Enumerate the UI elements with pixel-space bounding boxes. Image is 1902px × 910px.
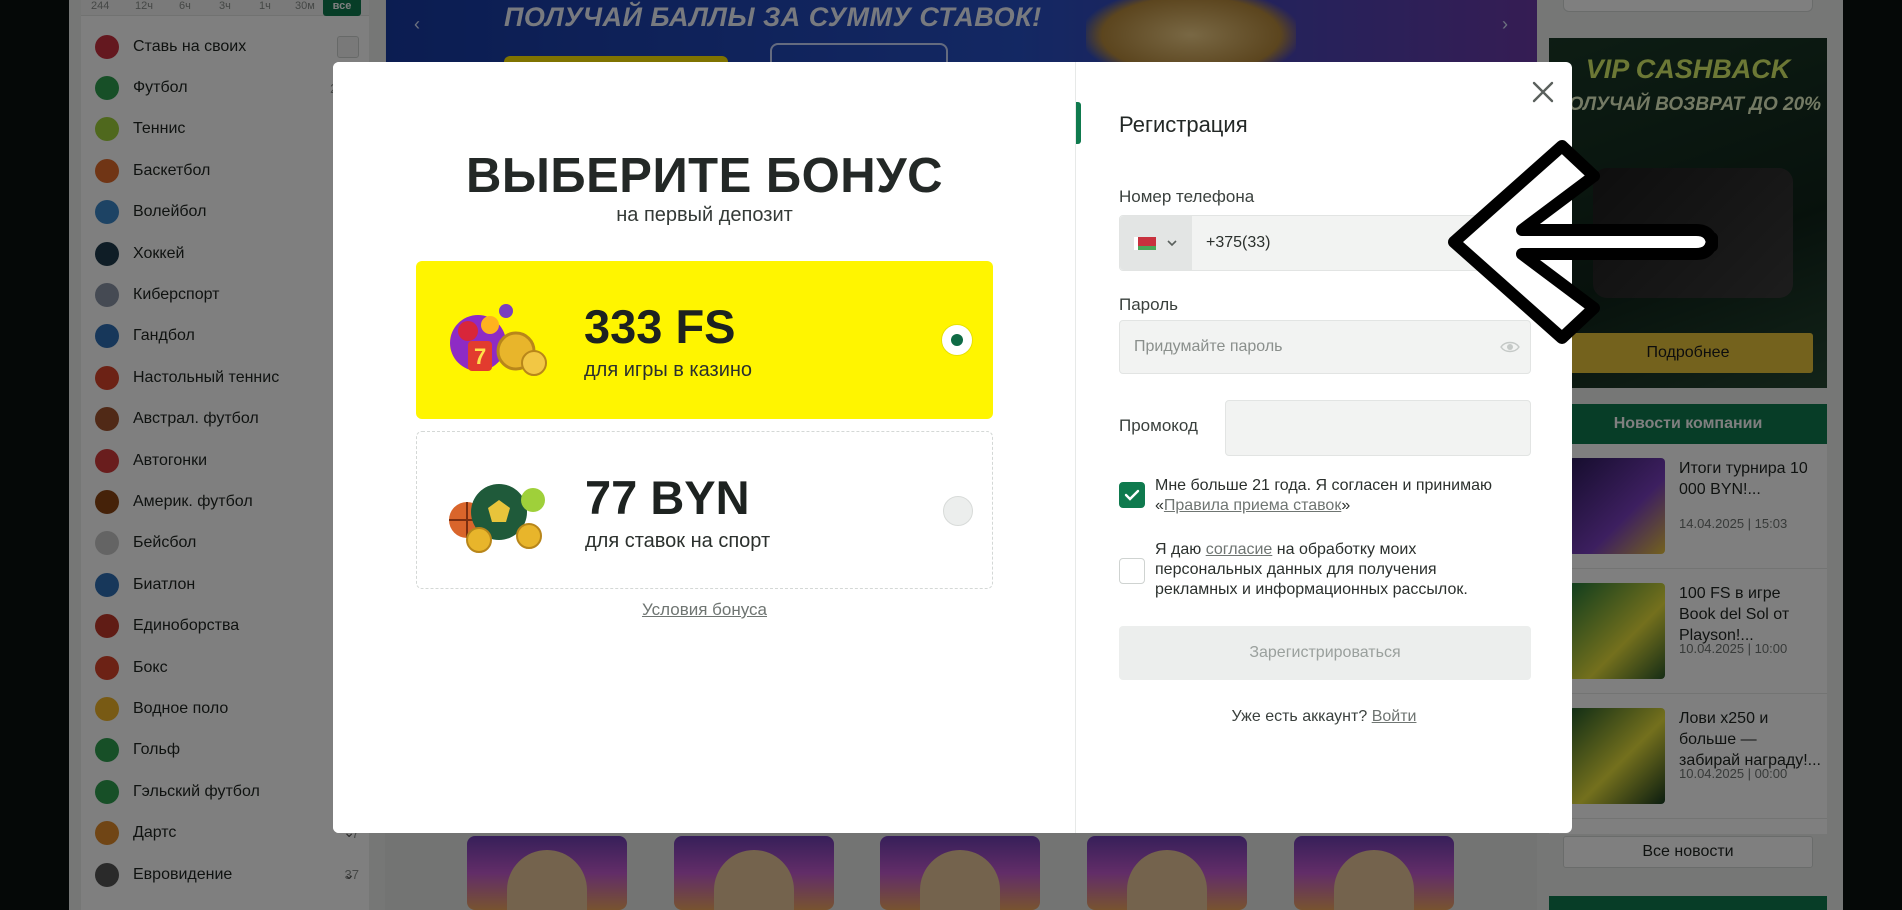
bonus-value: 77 BYN (585, 471, 750, 524)
consent-text-start: Я даю (1155, 541, 1206, 558)
bonus-description: для игры в казино (584, 359, 753, 381)
sports-balls-icon (449, 484, 545, 553)
consent-checkbox[interactable] (1119, 558, 1145, 584)
password-input[interactable] (1134, 321, 1474, 373)
consent-text: Я даю согласие на обработку моих персона… (1155, 540, 1515, 600)
have-account-text: Уже есть аккаунт? (1231, 708, 1368, 725)
bonus-terms-link[interactable]: Условия бонуса (333, 600, 1076, 620)
bonus-option-sport[interactable]: 77 BYN для ставок на спорт (416, 431, 993, 589)
betting-rules-link[interactable]: Правила приема ставок (1164, 497, 1341, 514)
registration-title: Регистрация (1119, 112, 1248, 137)
age-text-end: » (1341, 497, 1351, 514)
bonus-title: ВЫБЕРИТЕ БОНУС (466, 149, 943, 203)
consent-link[interactable]: согласие (1206, 541, 1273, 558)
bonus-description: для ставок на спорт (585, 530, 771, 552)
age-agreement-text: Мне больше 21 года. Я согласен и принима… (1155, 476, 1515, 516)
login-link[interactable]: Войти (1372, 708, 1417, 725)
chevron-down-icon (1167, 240, 1177, 247)
title-accent-bar (1076, 102, 1081, 144)
promo-label: Промокод (1119, 416, 1198, 435)
arrow-left-icon (1448, 140, 1718, 344)
phone-label: Номер телефона (1119, 187, 1255, 206)
svg-text:7: 7 (474, 344, 486, 369)
belarus-flag-icon (1134, 237, 1156, 250)
registration-modal: ВЫБЕРИТЕ БОНУС на первый депозит 7 333 F… (333, 62, 1572, 833)
bonus-radio-selected[interactable] (942, 325, 972, 355)
slot-machine-icon: 7 (450, 304, 547, 376)
country-select[interactable] (1120, 216, 1192, 270)
bonus-subtitle: на первый депозит (616, 204, 793, 226)
register-button[interactable]: Зарегистрироваться (1119, 626, 1531, 680)
password-label: Пароль (1119, 295, 1178, 314)
promo-input[interactable] (1225, 400, 1531, 456)
checkmark-icon (1124, 489, 1140, 501)
bonus-option-casino[interactable]: 7 333 FS для игры в казино (416, 261, 993, 419)
bonus-value: 333 FS (584, 300, 736, 353)
age-checkbox[interactable] (1119, 482, 1145, 508)
close-icon[interactable] (1527, 76, 1559, 108)
bonus-panel: ВЫБЕРИТЕ БОНУС на первый депозит 7 333 F… (333, 62, 1076, 833)
login-prompt: Уже есть аккаунт? Войти (1076, 708, 1572, 726)
bonus-radio-unselected[interactable] (943, 496, 973, 526)
